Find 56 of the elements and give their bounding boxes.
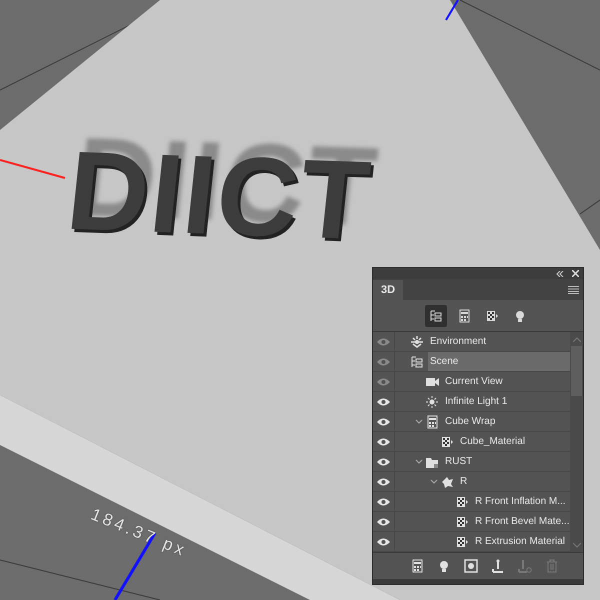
layer-item[interactable]: R bbox=[458, 474, 468, 489]
layer-item[interactable]: Scene bbox=[428, 352, 570, 371]
eye-icon[interactable] bbox=[377, 458, 390, 466]
chevron-down-icon[interactable] bbox=[414, 418, 422, 426]
layer-item[interactable]: Environment bbox=[428, 334, 486, 349]
bulb-icon bbox=[437, 559, 451, 573]
close-icon[interactable] bbox=[572, 270, 579, 277]
eye-icon[interactable] bbox=[377, 398, 390, 406]
scene-tree-icon bbox=[429, 308, 443, 322]
axis-line bbox=[445, 0, 459, 21]
layer-item[interactable]: Cube_Material bbox=[458, 434, 526, 449]
axis-line bbox=[0, 159, 66, 179]
eye-icon[interactable] bbox=[377, 418, 390, 426]
grid-line bbox=[580, 200, 600, 214]
layer-item[interactable]: R Front Bevel Mate... bbox=[473, 514, 570, 529]
box-button[interactable] bbox=[464, 559, 478, 573]
collapse-icon[interactable] bbox=[556, 270, 564, 276]
trash-icon bbox=[545, 559, 559, 573]
3d-text-object: DIICT bbox=[62, 134, 376, 258]
eye-icon[interactable] bbox=[377, 478, 390, 486]
chevron-down-icon[interactable] bbox=[430, 478, 438, 486]
bulb-button[interactable] bbox=[437, 559, 451, 573]
eye-icon[interactable] bbox=[377, 538, 390, 546]
eye-icon[interactable] bbox=[377, 438, 390, 446]
drop-to-plane-icon bbox=[518, 559, 532, 573]
layer-item[interactable]: R Front Inflation M... bbox=[473, 494, 566, 509]
eye-icon[interactable] bbox=[377, 498, 390, 506]
bulb-icon bbox=[513, 308, 527, 322]
layer-item[interactable]: Cube Wrap bbox=[443, 414, 496, 429]
environment-icon bbox=[410, 334, 424, 348]
star-shape-icon bbox=[440, 474, 454, 488]
checker-sphere-icon bbox=[485, 308, 499, 322]
checker-sphere-icon bbox=[455, 514, 469, 528]
filter-button[interactable] bbox=[425, 304, 447, 326]
calculator-icon bbox=[410, 559, 424, 573]
calculator-icon bbox=[457, 308, 471, 322]
drop-to-plane-button[interactable] bbox=[491, 559, 505, 573]
layer-item[interactable]: Current View bbox=[443, 374, 503, 389]
box-icon bbox=[464, 559, 478, 573]
menu-icon[interactable] bbox=[568, 286, 579, 294]
calculator-button[interactable] bbox=[410, 559, 424, 573]
scroll-thumb[interactable] bbox=[571, 346, 582, 396]
layer-item[interactable]: RUST bbox=[443, 454, 472, 469]
scrollbar[interactable] bbox=[570, 332, 583, 552]
scene-tree-icon bbox=[410, 354, 424, 368]
calculator-icon bbox=[425, 414, 439, 428]
drop-to-plane-icon bbox=[491, 559, 505, 573]
checker-sphere-icon bbox=[455, 534, 469, 548]
checker-sphere-icon bbox=[455, 494, 469, 508]
chevron-down-icon[interactable] bbox=[414, 458, 422, 466]
layer-item[interactable]: R Extrusion Material bbox=[473, 534, 566, 549]
layer-item[interactable]: Infinite Light 1 bbox=[443, 394, 508, 409]
panel-tab[interactable]: 3D bbox=[373, 280, 404, 300]
checker-sphere-icon bbox=[440, 434, 454, 448]
eye-icon[interactable] bbox=[377, 518, 390, 526]
sun-icon bbox=[425, 394, 439, 408]
